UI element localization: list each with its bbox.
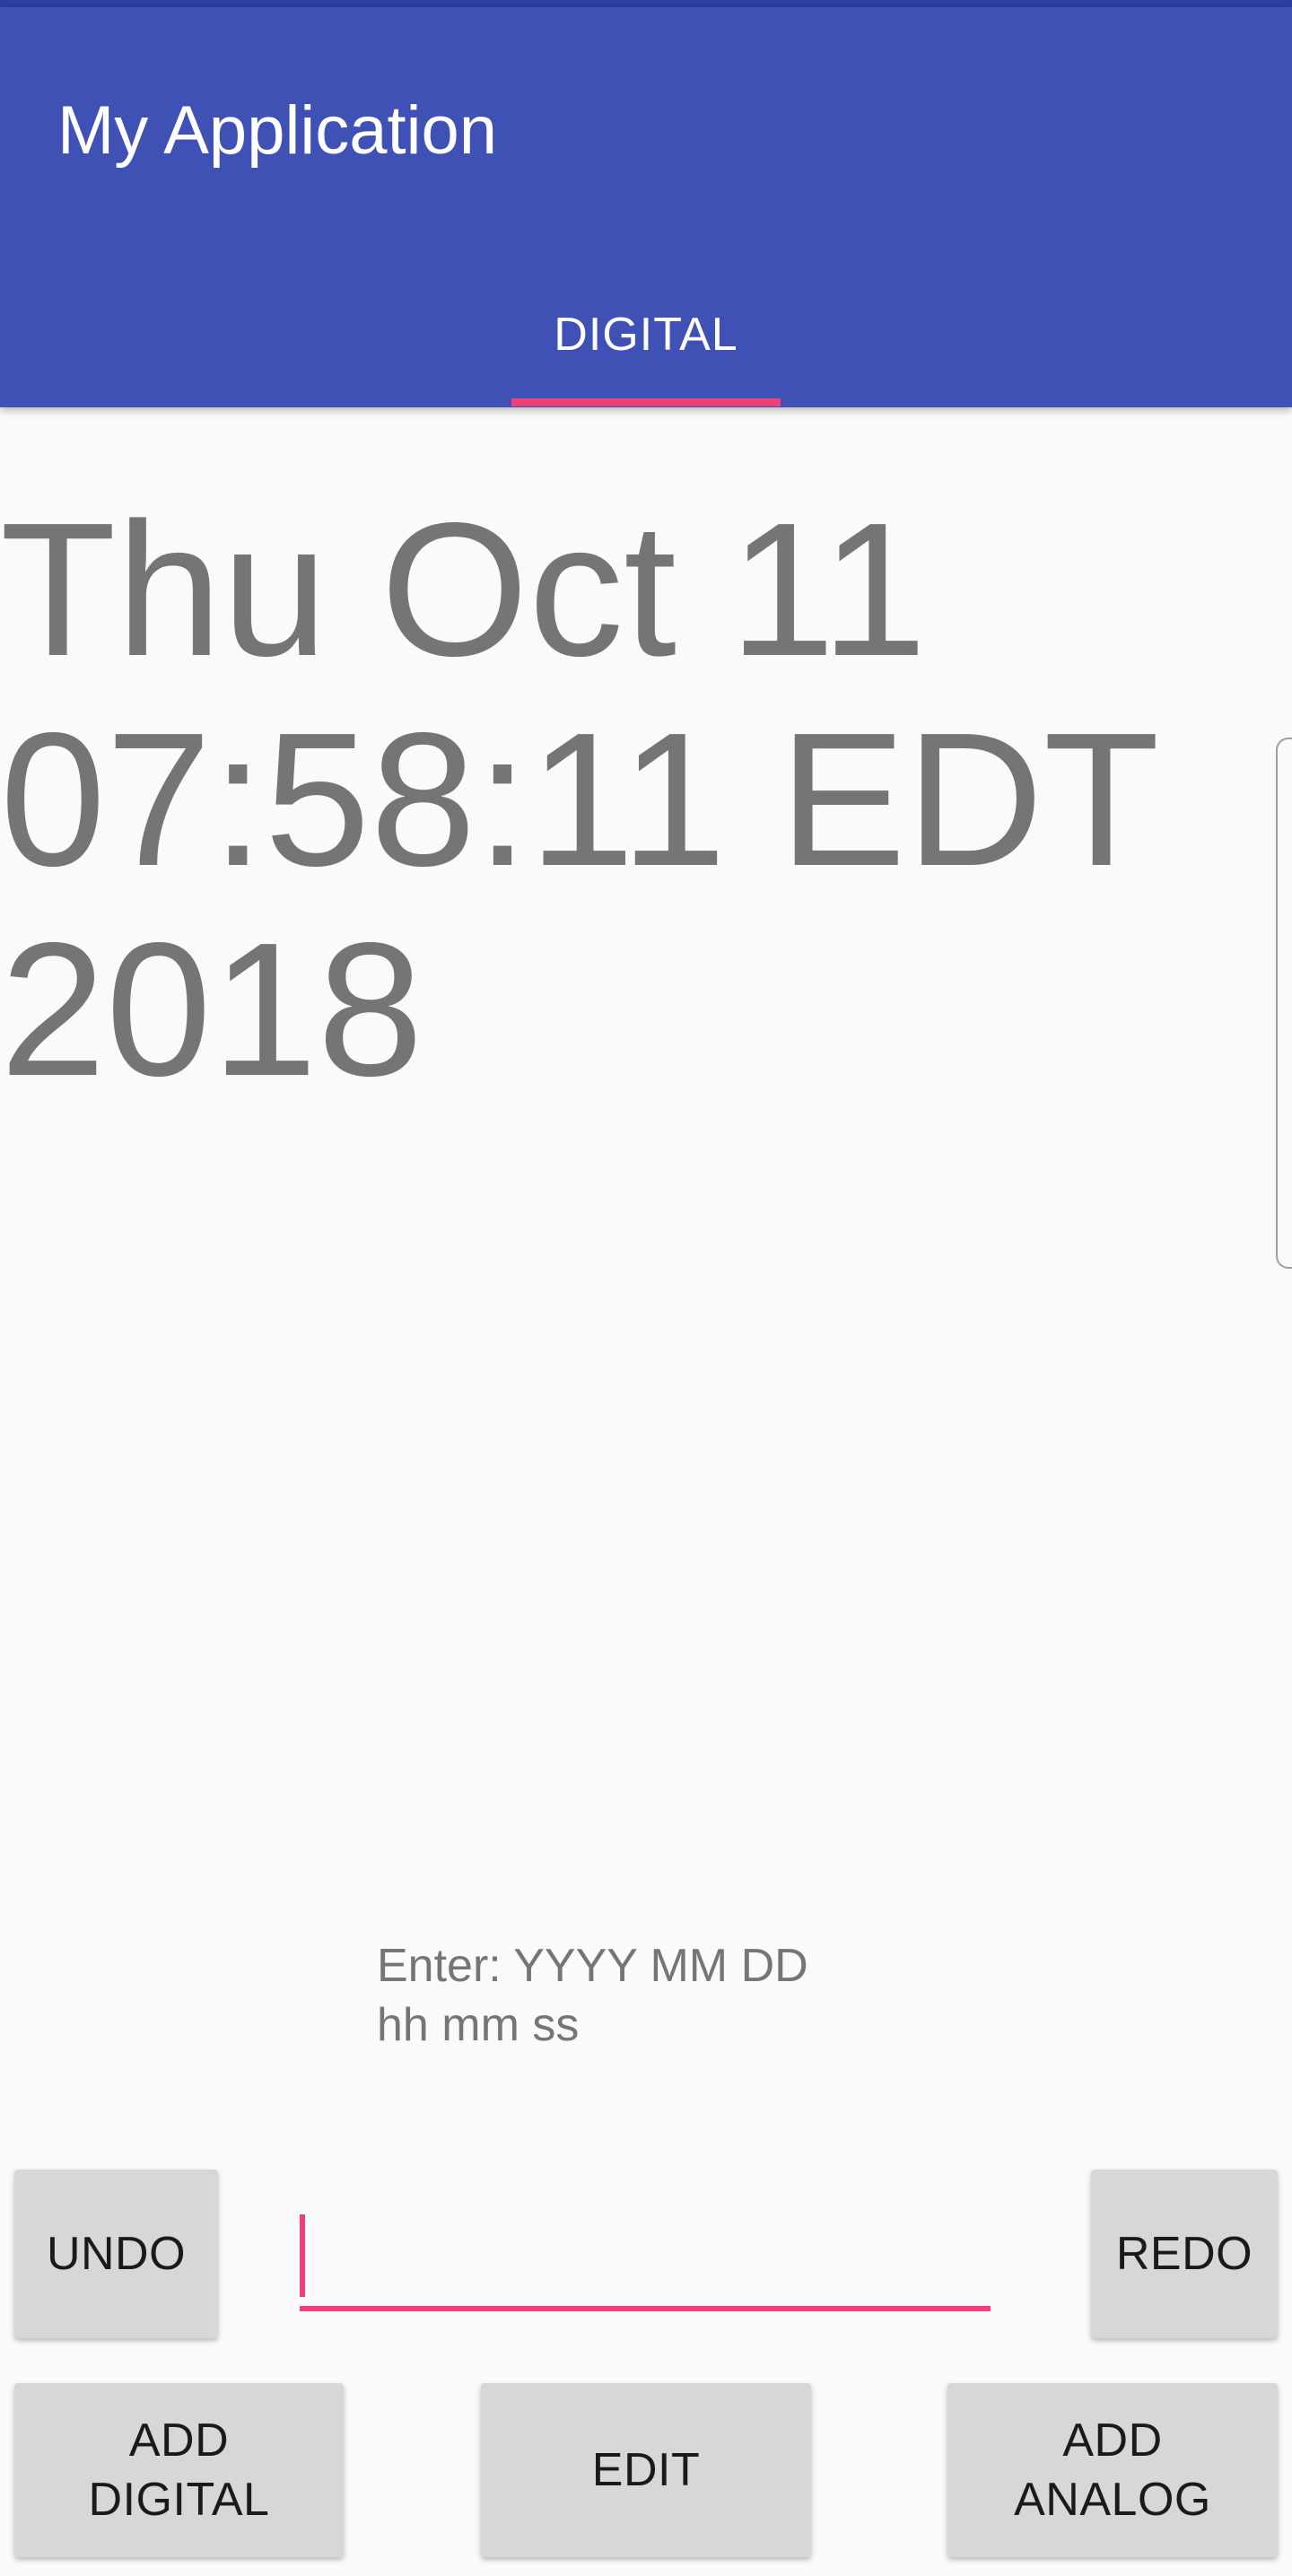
tab-digital[interactable]: DIGITAL <box>511 269 781 400</box>
date-time-input[interactable] <box>300 2205 991 2311</box>
add-analog-button[interactable]: ADD ANALOG <box>947 2383 1278 2557</box>
date-time-input-field[interactable] <box>300 2205 991 2306</box>
input-hint-label: Enter: YYYY MM DD hh mm ss <box>377 1940 808 2051</box>
add-digital-button[interactable]: ADD DIGITAL <box>14 2383 344 2557</box>
edit-button[interactable]: EDIT <box>481 2383 811 2557</box>
redo-button[interactable]: REDO <box>1091 2170 1278 2338</box>
status-bar <box>0 0 1292 7</box>
digital-clock-display: Thu Oct 11 07:58:11 EDT 2018 <box>0 483 1160 1115</box>
tab-indicator <box>511 398 781 406</box>
undo-button[interactable]: UNDO <box>14 2170 218 2338</box>
app-screen: My Application DIGITAL Thu Oct 11 07:58:… <box>0 0 1292 2576</box>
app-title: My Application <box>57 92 498 169</box>
edge-scroll-handle[interactable] <box>1276 738 1292 1269</box>
